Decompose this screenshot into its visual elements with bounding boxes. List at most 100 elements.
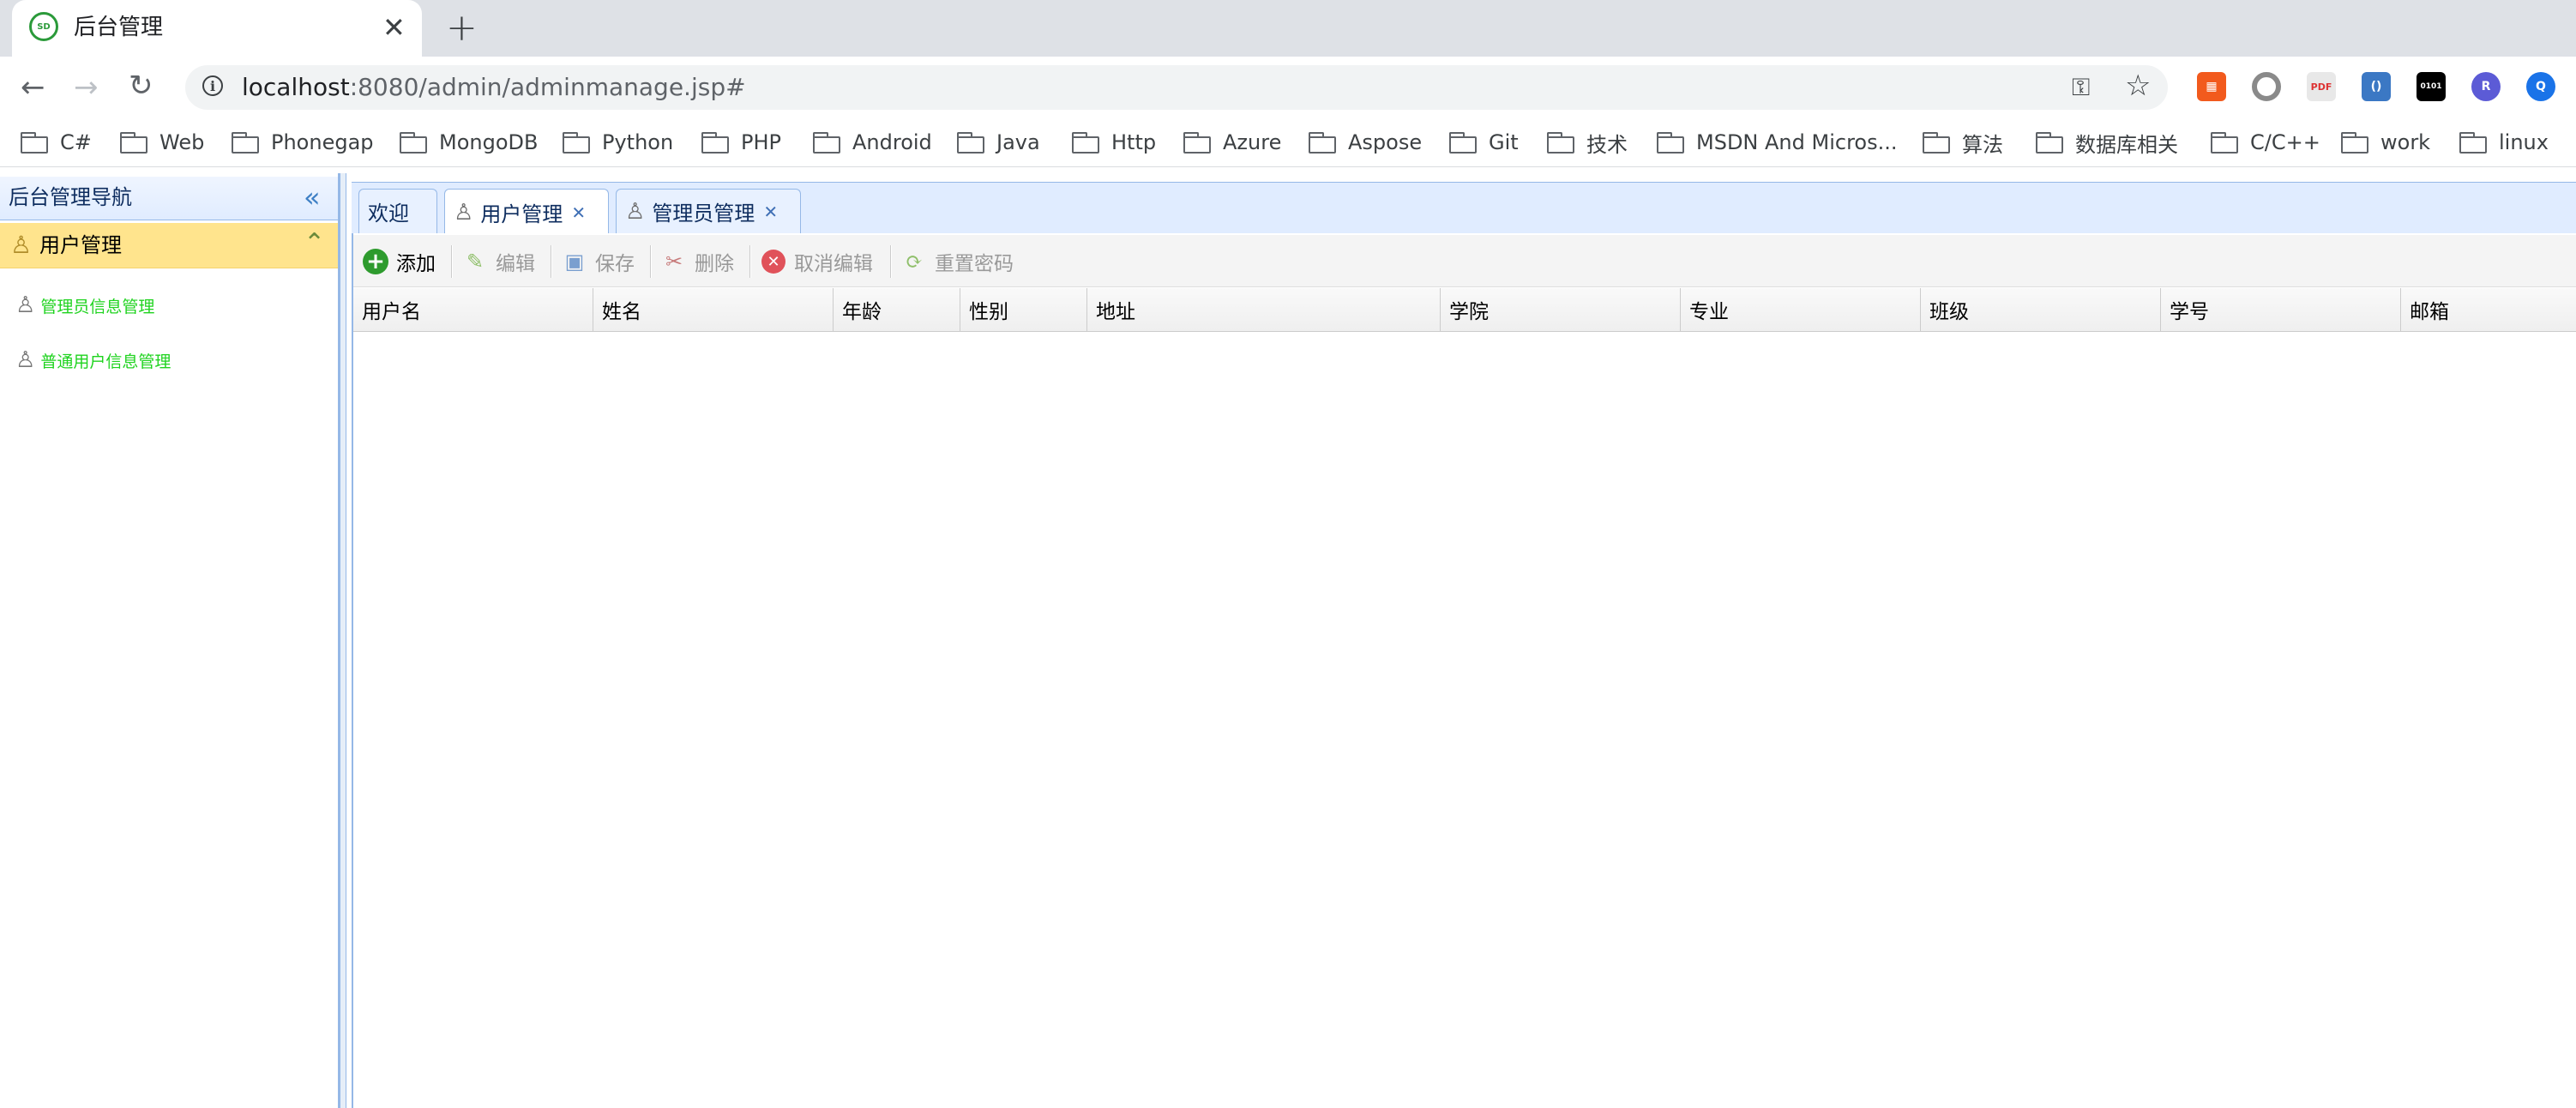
close-icon[interactable]: ✕ — [763, 202, 778, 222]
bookmark-label: Java — [996, 130, 1040, 154]
bookmark-label: 技术 — [1586, 132, 1628, 157]
cancel-edit-button[interactable]: ✕ 取消编辑 — [760, 244, 873, 280]
edit-button[interactable]: ✎ 编辑 — [461, 244, 535, 280]
bookmark-label: MongoDB — [439, 130, 539, 154]
folder-icon — [563, 132, 590, 154]
delete-label: 删除 — [695, 253, 734, 275]
bookmark-folder[interactable]: Http — [1072, 127, 1156, 158]
cancel-edit-label: 取消编辑 — [794, 253, 873, 275]
tab-label: 欢迎 — [368, 202, 409, 226]
calendar-ext-icon[interactable]: ▦ — [2197, 72, 2226, 101]
bookmark-folder[interactable]: Azure — [1183, 127, 1281, 158]
edit-label: 编辑 — [496, 253, 535, 275]
folder-icon — [120, 132, 147, 154]
browser-tab-title: 后台管理 — [74, 15, 164, 40]
chevron-up-icon[interactable]: ⌃ — [304, 226, 325, 261]
accordion-panel-title: 用户管理 — [39, 233, 122, 257]
save-button[interactable]: ▣ 保存 — [561, 244, 635, 280]
column-header-name[interactable]: 姓名 — [593, 288, 834, 331]
folder-icon — [2459, 132, 2487, 154]
back-icon[interactable]: ← — [21, 70, 45, 105]
tab-close-icon[interactable]: ✕ — [382, 10, 406, 45]
bookmark-folder[interactable]: PHP — [701, 127, 781, 158]
delete-button[interactable]: ✂ 删除 — [660, 244, 734, 280]
circle-ext-icon[interactable] — [2252, 72, 2281, 101]
sidebar-item-admin-info[interactable]: ♙ 管理员信息管理 — [15, 290, 154, 321]
cancel-icon: ✕ — [760, 248, 787, 275]
sidebar-item-user-info[interactable]: ♙ 普通用户信息管理 — [15, 345, 171, 376]
layout-splitter[interactable] — [340, 173, 346, 1108]
new-tab-button[interactable]: + — [446, 7, 478, 50]
close-icon[interactable]: ✕ — [571, 202, 586, 223]
folder-icon — [2036, 132, 2063, 154]
sidebar-item-label[interactable]: 普通用户信息管理 — [40, 349, 171, 372]
user-icon: ♙ — [625, 198, 646, 225]
bookmark-folder[interactable]: 算法 — [1923, 127, 2003, 158]
bookmark-star-icon[interactable]: ☆ — [2125, 70, 2151, 101]
bookmark-label: Python — [602, 130, 674, 154]
sidebar-item-label[interactable]: 管理员信息管理 — [40, 294, 154, 317]
reset-password-button[interactable]: ⟳ 重置密码 — [900, 244, 1014, 280]
toolbar-separator — [749, 245, 751, 278]
tab-admin-management[interactable]: ♙ 管理员管理 ✕ — [616, 189, 801, 233]
column-header-address[interactable]: 地址 — [1087, 288, 1441, 331]
bookmark-label: Git — [1489, 130, 1519, 154]
column-header-student-id[interactable]: 学号 — [2161, 288, 2401, 331]
add-label: 添加 — [396, 253, 436, 275]
bookmark-folder[interactable]: MongoDB — [400, 127, 538, 158]
bookmark-folder[interactable]: work — [2341, 127, 2430, 158]
site-favicon-icon: SD — [29, 12, 58, 41]
tab-welcome[interactable]: 欢迎 — [358, 189, 437, 233]
bookmark-folder[interactable]: Git — [1449, 127, 1519, 158]
folder-icon — [232, 132, 259, 154]
forward-icon[interactable]: → — [74, 70, 99, 105]
bookmarks-bar — [0, 118, 2576, 167]
url-path: :8080/admin/adminmanage.jsp# — [349, 73, 746, 101]
binary-ext-icon[interactable]: 0101 — [2417, 72, 2446, 101]
save-label: 保存 — [595, 253, 635, 275]
column-header-major[interactable]: 专业 — [1681, 288, 1921, 331]
pdf-ext-icon[interactable]: PDF — [2307, 72, 2336, 101]
bookmark-label: Aspose — [1348, 130, 1423, 154]
odata-ext-icon[interactable]: () — [2362, 72, 2391, 101]
bookmark-label: 算法 — [1962, 132, 2003, 157]
bookmark-folder[interactable]: Aspose — [1309, 127, 1422, 158]
bookmark-folder[interactable]: Java — [957, 127, 1040, 158]
add-button[interactable]: + 添加 — [362, 244, 436, 280]
bookmark-label: PHP — [741, 130, 781, 154]
collapse-sidebar-icon[interactable]: « — [304, 180, 321, 214]
column-header-college[interactable]: 学院 — [1441, 288, 1681, 331]
bookmark-folder[interactable]: 技术 — [1547, 127, 1628, 158]
bookmark-label: Android — [852, 130, 932, 154]
folder-icon — [2211, 132, 2238, 154]
bookmark-folder[interactable]: linux — [2459, 127, 2549, 158]
column-header-email[interactable]: 邮箱 — [2401, 288, 2576, 331]
column-header-class[interactable]: 班级 — [1921, 288, 2161, 331]
bookmark-folder[interactable]: 数据库相关 — [2036, 127, 2178, 158]
site-info-icon[interactable]: i — [202, 75, 223, 96]
bookmark-label: Phonegap — [271, 130, 374, 154]
column-header-age[interactable]: 年龄 — [834, 288, 960, 331]
column-header-username[interactable]: 用户名 — [353, 288, 593, 331]
bookmark-folder[interactable]: Web — [120, 127, 204, 158]
column-header-gender[interactable]: 性别 — [960, 288, 1087, 331]
pencil-icon: ✎ — [466, 250, 485, 274]
bookmark-folder[interactable]: MSDN And Micros... — [1657, 127, 1897, 158]
bookmark-label: Web — [159, 130, 205, 154]
bookmark-label: work — [2380, 130, 2431, 154]
folder-icon — [1923, 132, 1950, 154]
tab-user-management[interactable]: ♙ 用户管理 ✕ — [444, 189, 609, 235]
bookmark-folder[interactable]: C/C++ — [2211, 127, 2320, 158]
bookmark-folder[interactable]: C# — [21, 127, 92, 158]
key-icon[interactable]: ⚿ — [2072, 74, 2090, 101]
bookmark-folder[interactable]: Python — [563, 127, 673, 158]
reload-icon[interactable]: ↻ — [129, 69, 153, 103]
bookmark-folder[interactable]: Android — [813, 127, 932, 158]
bookmark-folder[interactable]: Phonegap — [232, 127, 374, 158]
save-icon: ▣ — [564, 250, 585, 274]
url-text[interactable]: localhost:8080/admin/adminmanage.jsp# — [242, 72, 746, 103]
search-ext-icon[interactable]: Q — [2526, 72, 2555, 101]
r-ext-icon[interactable]: R — [2471, 72, 2501, 101]
add-icon: + — [362, 248, 389, 275]
bookmark-label: Http — [1111, 130, 1157, 154]
